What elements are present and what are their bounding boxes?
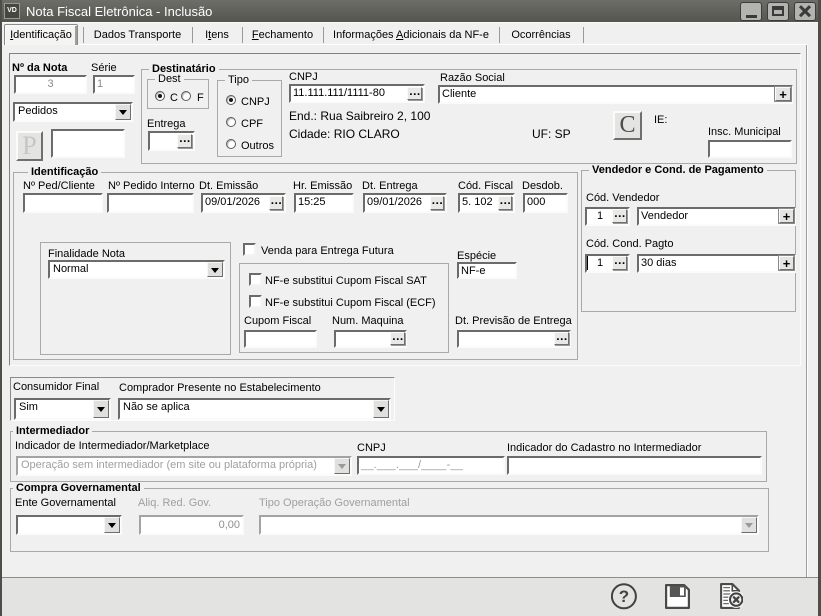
svg-text:?: ? bbox=[619, 587, 629, 606]
